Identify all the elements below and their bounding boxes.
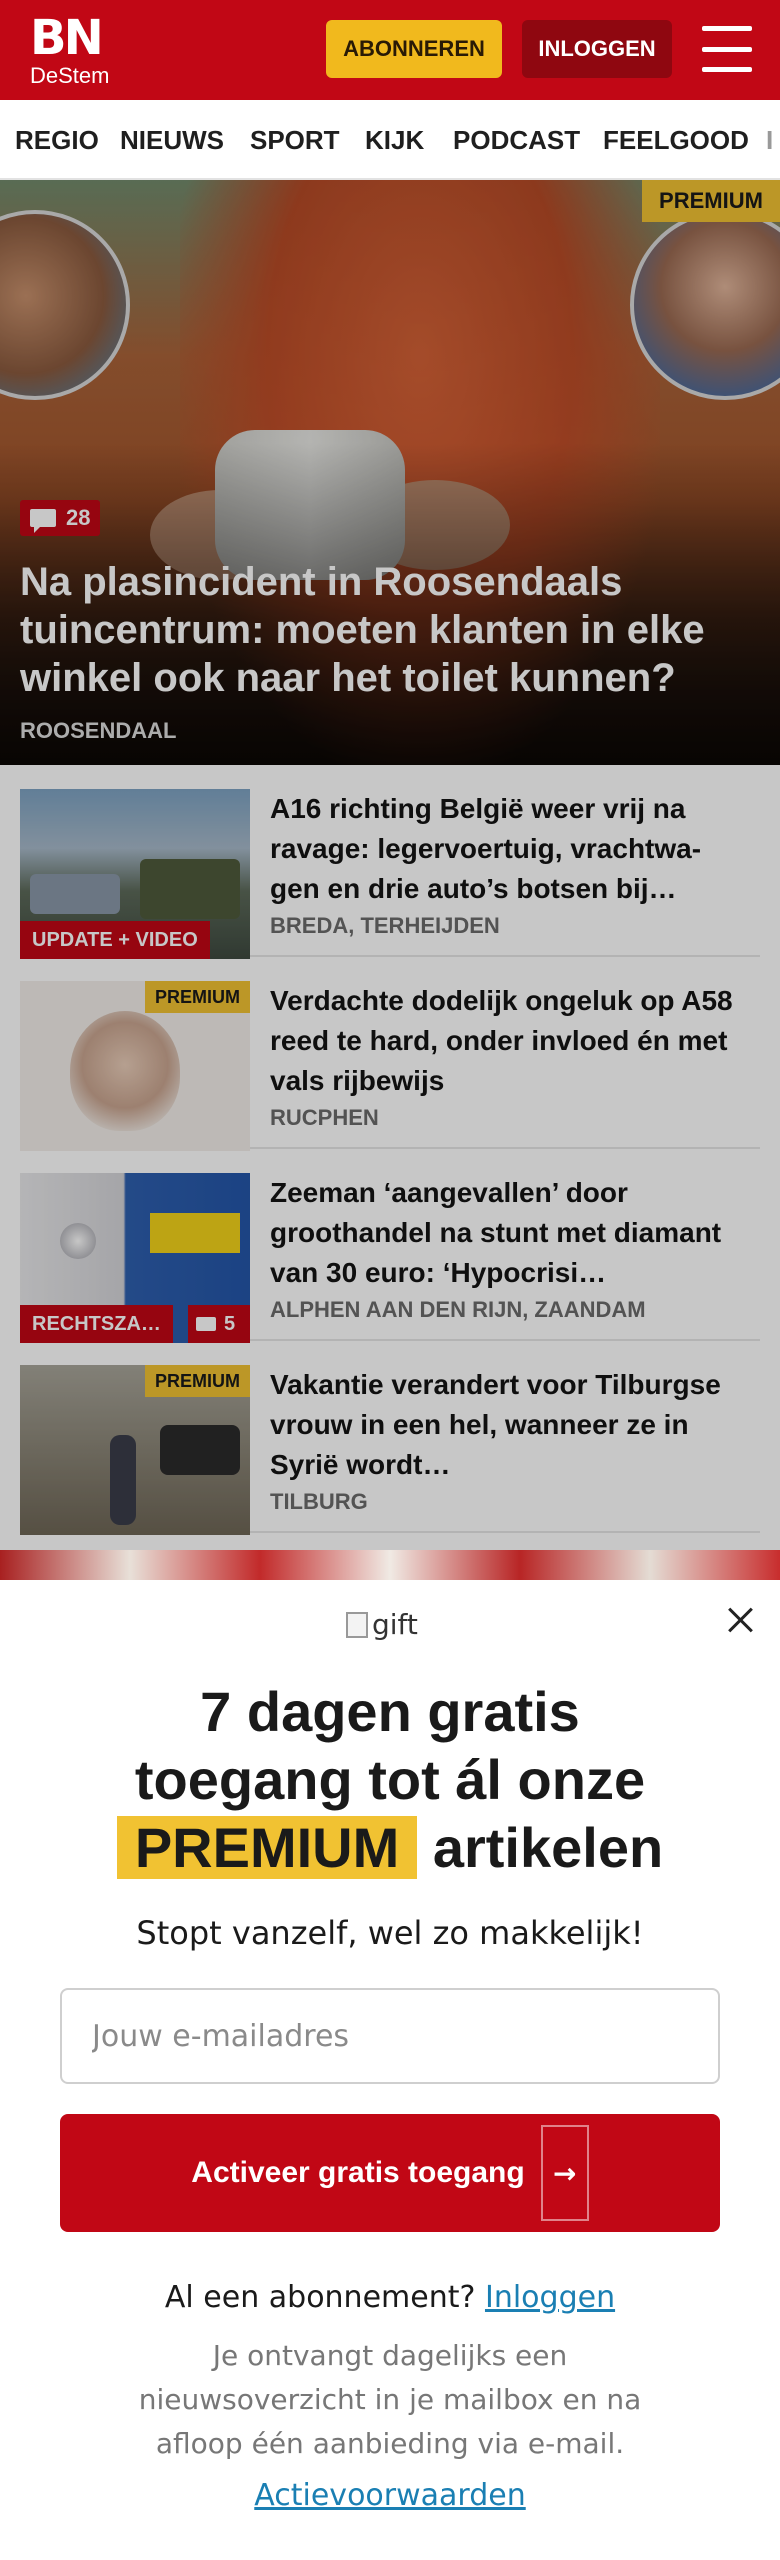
nav-item-nieuws[interactable]: NIEUWS [120, 100, 224, 178]
list-item[interactable]: PREMIUM Verdachte dodelijk ongeluk op A5… [20, 957, 760, 1151]
comment-count: 5 [224, 1312, 236, 1335]
comment-count: 28 [66, 505, 91, 530]
subscribe-button[interactable]: ABONNEREN [326, 20, 502, 78]
article-title[interactable]: Verdachte dodelijk ongeluk op A58 reed t… [270, 981, 740, 1101]
category-tag: RECHTSZA… [20, 1305, 173, 1343]
modal-title-line-1: 7 dagen gratis [200, 1680, 580, 1743]
activate-trial-label: Activeer gratis toegang [191, 2156, 525, 2189]
hero-location: ROOSENDAAL [20, 718, 177, 743]
section-nav: REGIO NIEUWS SPORT KIJK PODCAST FEELGOOD… [0, 100, 780, 180]
gift-icon: gift [346, 1608, 418, 1641]
site-logo[interactable]: BN DeStem [30, 14, 109, 88]
article-title[interactable]: Zeeman ‘aangevallen’ door groothandel na… [270, 1173, 740, 1293]
broken-image-icon [346, 1611, 368, 1638]
article-location: BREDA, TERHEIJDEN [270, 913, 500, 938]
nav-item-more[interactable]: I [766, 100, 773, 178]
article-location: RUCPHEN [270, 1105, 379, 1130]
menu-icon[interactable] [702, 26, 752, 72]
article-thumbnail: PREMIUM [20, 981, 250, 1151]
email-field[interactable] [60, 1988, 720, 2084]
site-header: BN DeStem ABONNEREN INLOGGEN [0, 0, 780, 100]
article-location: ALPHEN AAN DEN RIJN, ZAANDAM [270, 1297, 646, 1322]
close-icon[interactable] [722, 1602, 758, 1638]
modal-title-line-2: toegang tot ál onze [134, 1748, 646, 1811]
existing-subscription-prompt: Al een abonnement? Inloggen [0, 2280, 780, 2315]
article-thumbnail: RECHTSZA… 5 [20, 1173, 250, 1343]
modal-title-line-3: PREMIUM artikelen [0, 1814, 780, 1882]
list-item[interactable]: RECHTSZA… 5 Zeeman ‘aangevallen’ door gr… [20, 1149, 760, 1343]
premium-trial-modal: gift 7 dagen gratis toegang tot ál onze … [0, 1580, 780, 2560]
premium-highlight: PREMIUM [116, 1816, 418, 1879]
comment-icon [196, 1317, 216, 1331]
nav-item-feelgood[interactable]: FEELGOOD [603, 100, 749, 178]
nav-item-sport[interactable]: SPORT [250, 100, 340, 178]
arrow-right-icon: → [540, 2125, 589, 2221]
logo-mark: BN [30, 10, 104, 66]
nav-item-kijk[interactable]: KIJK [365, 100, 424, 178]
hero-article[interactable]: PREMIUM 28 Na plasincident in Roosendaal… [0, 180, 780, 765]
login-button[interactable]: INLOGGEN [522, 20, 672, 78]
modal-subtitle: Stopt vanzelf, wel zo makkelijk! [136, 1914, 644, 1952]
comment-count-badge: 28 [20, 500, 101, 536]
article-location: TILBURG [270, 1489, 368, 1514]
terms-link[interactable]: Actievoorwaarden [254, 2478, 525, 2513]
nav-item-podcast[interactable]: PODCAST [453, 100, 580, 178]
article-thumbnail: PREMIUM [20, 1365, 250, 1535]
nav-item-regio[interactable]: REGIO [15, 100, 99, 178]
article-thumbnail: UPDATE + VIDEO [20, 789, 250, 959]
article-title[interactable]: A16 richting België weer vrij na ravage:… [270, 789, 740, 909]
existing-subscription-text: Al een abonnement? [164, 2280, 476, 2315]
terms-container: Actievoorwaarden [0, 2478, 780, 2513]
newsletter-info: Je ontvangt dagelijks een nieuwsoverzich… [138, 2339, 642, 2460]
article-title[interactable]: Vakantie verandert voor Tilburgse vrouw … [270, 1365, 740, 1485]
activate-trial-button[interactable]: Activeer gratis toegang → [60, 2114, 720, 2232]
modal-title: 7 dagen gratis toegang tot ál onze PREMI… [0, 1678, 780, 1882]
premium-badge: PREMIUM [145, 1365, 250, 1397]
list-item[interactable]: PREMIUM Vakantie verandert voor Tilburgs… [20, 1341, 760, 1535]
modal-title-line-3-rest: artikelen [432, 1816, 664, 1879]
gift-alt-text: gift [372, 1608, 418, 1641]
article-image-strip [0, 1550, 780, 1580]
update-video-tag: UPDATE + VIDEO [20, 921, 210, 959]
premium-badge: PREMIUM [642, 180, 780, 222]
logo-subtitle: DeStem [30, 63, 110, 88]
comment-count-badge: 5 [188, 1305, 250, 1343]
login-link[interactable]: Inloggen [485, 2280, 615, 2315]
premium-badge: PREMIUM [145, 981, 250, 1013]
hero-title[interactable]: Na plasincident in Roosendaals tuincentr… [20, 558, 760, 702]
comment-icon [30, 509, 56, 533]
list-item[interactable]: UPDATE + VIDEO A16 richting België weer … [20, 765, 760, 959]
